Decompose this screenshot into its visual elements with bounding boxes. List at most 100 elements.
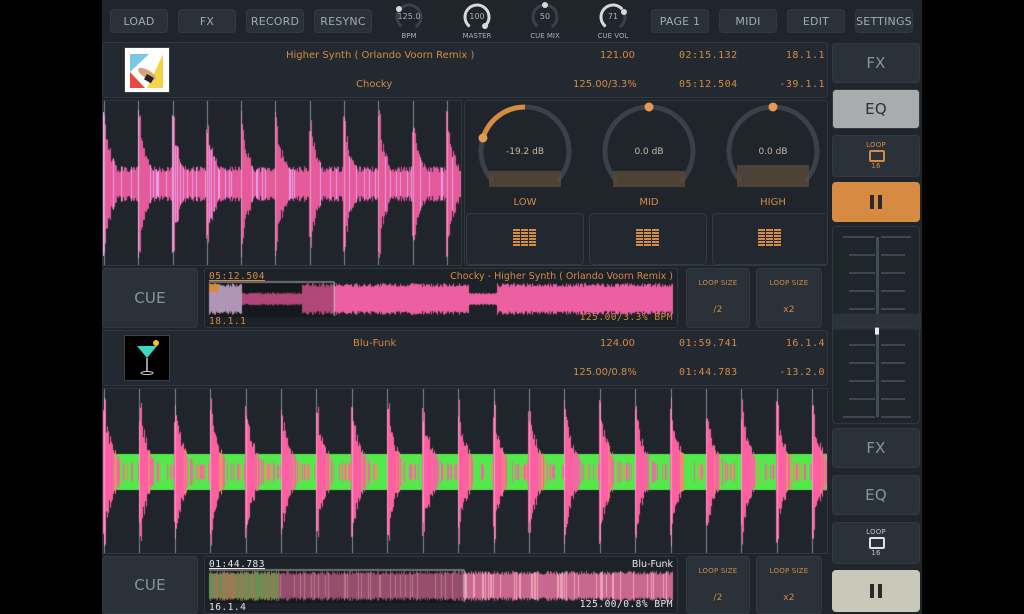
deck-b-overview-time: 01:44.783	[209, 559, 265, 570]
loop-double-label: x2	[783, 593, 795, 603]
deck-a-eq-panel: -19.2 dB 0.0 dB 0.0 dB LOW MID HIGH	[464, 100, 828, 266]
record-button[interactable]: RECORD	[246, 9, 304, 33]
midi-label: MIDI	[735, 14, 761, 28]
deck-b-overview-beat: 16.1.4	[209, 602, 247, 613]
record-label: RECORD	[250, 14, 300, 28]
deck-b-waveform-canvas[interactable]	[103, 389, 827, 553]
deck-b-loop-double-button[interactable]: LOOP SIZE x2	[756, 556, 822, 614]
deck-a-loop-button[interactable]: LOOP 16	[832, 135, 920, 177]
equalizer-icon	[513, 228, 537, 250]
deck-b-cue-button[interactable]: CUE	[102, 556, 198, 614]
resync-label: RESYNC	[320, 14, 366, 28]
fader-handle	[875, 327, 879, 335]
deck-b-overview[interactable]: 01:44.783 Blu-Funk 16.1.4 125.00/0.8% BP…	[204, 556, 678, 614]
load-button[interactable]: LOAD	[110, 9, 168, 33]
cue-mix-value: 50	[539, 12, 551, 21]
deck-a-beat-remaining: -39.1.1	[779, 79, 825, 90]
deck-a-original-bpm: 121.00	[600, 50, 635, 61]
equalizer-icon	[636, 228, 660, 250]
deck-b-play-pause-button[interactable]	[832, 570, 920, 612]
deck-b-overview-track: Blu-Funk	[631, 559, 673, 570]
loop-size-label: LOOP SIZE	[698, 279, 738, 287]
loop-size-value: 16	[871, 549, 881, 557]
deck-a-title: Higher Synth ( Orlando Voorn Remix )	[286, 50, 475, 61]
cue-vol-value: 71	[607, 12, 619, 21]
equalizer-icon	[758, 228, 782, 250]
deck-a-album-art[interactable]	[124, 47, 170, 93]
fx-button[interactable]: FX	[178, 9, 236, 33]
deck-a-cue-button[interactable]: CUE	[102, 268, 198, 328]
loop-size-label: LOOP SIZE	[769, 567, 809, 575]
cue-mix-knob[interactable]: 50 CUE MIX	[524, 2, 566, 42]
fx-label: FX	[199, 14, 215, 28]
pause-icon	[870, 195, 882, 209]
bpm-knob[interactable]: 125.0 BPM	[388, 2, 430, 42]
deck-b-original-bpm: 124.00	[600, 338, 635, 349]
eq-knob-mid[interactable]	[602, 102, 696, 188]
deck-a-waveform-canvas[interactable]	[103, 101, 461, 265]
loop-size-label: LOOP SIZE	[769, 279, 809, 287]
crossfader[interactable]	[833, 227, 921, 425]
fx-label: FX	[866, 439, 886, 457]
eq-high-kill-button[interactable]	[712, 213, 828, 265]
deck-b-beat-remaining: -13.2.0	[779, 367, 825, 378]
deck-a-info: Higher Synth ( Orlando Voorn Remix ) Cho…	[102, 42, 828, 98]
deck-a-time-elapsed: 02:15.132	[679, 50, 738, 61]
deck-a-time-remaining: 05:12.504	[679, 79, 738, 90]
deck-a-overview-beat: 18.1.1	[209, 316, 247, 327]
page-button[interactable]: PAGE 1	[651, 9, 709, 33]
cue-label: CUE	[134, 289, 166, 307]
page-label: PAGE 1	[659, 14, 701, 28]
deck-b-loop-halve-button[interactable]: LOOP SIZE /2	[686, 556, 750, 614]
eq-knob-handle	[644, 102, 654, 112]
load-label: LOAD	[123, 14, 155, 28]
loop-size-value: 16	[871, 162, 881, 170]
deck-b-waveform[interactable]	[102, 388, 828, 554]
eq-high-label: HIGH	[760, 197, 786, 208]
pause-icon	[870, 584, 882, 598]
deck-a-loop-halve-button[interactable]: LOOP SIZE /2	[686, 268, 750, 328]
edit-label: EDIT	[802, 14, 830, 28]
eq-level-fill	[613, 171, 685, 187]
fx-label: FX	[866, 54, 886, 72]
eq-knob-handle	[478, 133, 488, 143]
eq-label: EQ	[865, 486, 887, 504]
fader-cap	[833, 313, 921, 330]
deck-a-waveform[interactable]	[102, 100, 462, 266]
eq-low-kill-button[interactable]	[466, 213, 584, 265]
cue-vol-knob[interactable]: 71 CUE VOL	[592, 2, 634, 42]
deck-a-play-pause-button[interactable]	[832, 182, 920, 222]
settings-button[interactable]: SETTINGS	[855, 9, 913, 33]
deck-a-overview-bpm: 125.00/3.3% BPM	[579, 312, 673, 323]
eq-level-fill	[489, 171, 561, 187]
eq-mid-value: 0.0 dB	[634, 147, 664, 157]
cue-mix-label: CUE MIX	[530, 32, 560, 40]
eq-low-label: LOW	[513, 197, 537, 208]
eq-mid-kill-button[interactable]	[589, 213, 707, 265]
eq-knob-high[interactable]	[726, 102, 820, 188]
bpm-value: 125.0	[397, 12, 421, 21]
bpm-label: BPM	[401, 32, 417, 40]
deck-a-overview[interactable]: 05:12.504 Chocky - Higher Synth ( Orland…	[204, 268, 678, 328]
cue-vol-label: CUE VOL	[597, 32, 629, 40]
loop-label: LOOP	[866, 528, 886, 536]
eq-knob-handle	[768, 102, 778, 112]
deck-b-loop-button[interactable]: LOOP 16	[832, 522, 920, 564]
loop-size-label: LOOP SIZE	[698, 567, 738, 575]
loop-icon: LOOP 16	[833, 523, 919, 563]
deck-b-album-art[interactable]	[124, 335, 170, 381]
deck-a-loop-double-button[interactable]: LOOP SIZE x2	[756, 268, 822, 328]
resync-button[interactable]: RESYNC	[314, 9, 372, 33]
deck-a-overview-time: 05:12.504	[209, 271, 265, 282]
deck-b-info: Blu-Funk 124.00 125.00/0.8% 01:59.741 01…	[102, 330, 828, 386]
deck-a-fx-button[interactable]: FX	[832, 43, 920, 83]
deck-b-time-elapsed: 01:59.741	[679, 338, 738, 349]
midi-button[interactable]: MIDI	[719, 9, 777, 33]
eq-mid-label: MID	[639, 197, 659, 208]
deck-a-eq-button[interactable]: EQ	[832, 89, 920, 129]
master-knob[interactable]: 100 MASTER	[456, 2, 498, 42]
deck-b-title: Blu-Funk	[353, 338, 397, 349]
edit-button[interactable]: EDIT	[787, 9, 845, 33]
deck-b-fx-button[interactable]: FX	[832, 428, 920, 468]
deck-b-eq-button[interactable]: EQ	[832, 475, 920, 515]
